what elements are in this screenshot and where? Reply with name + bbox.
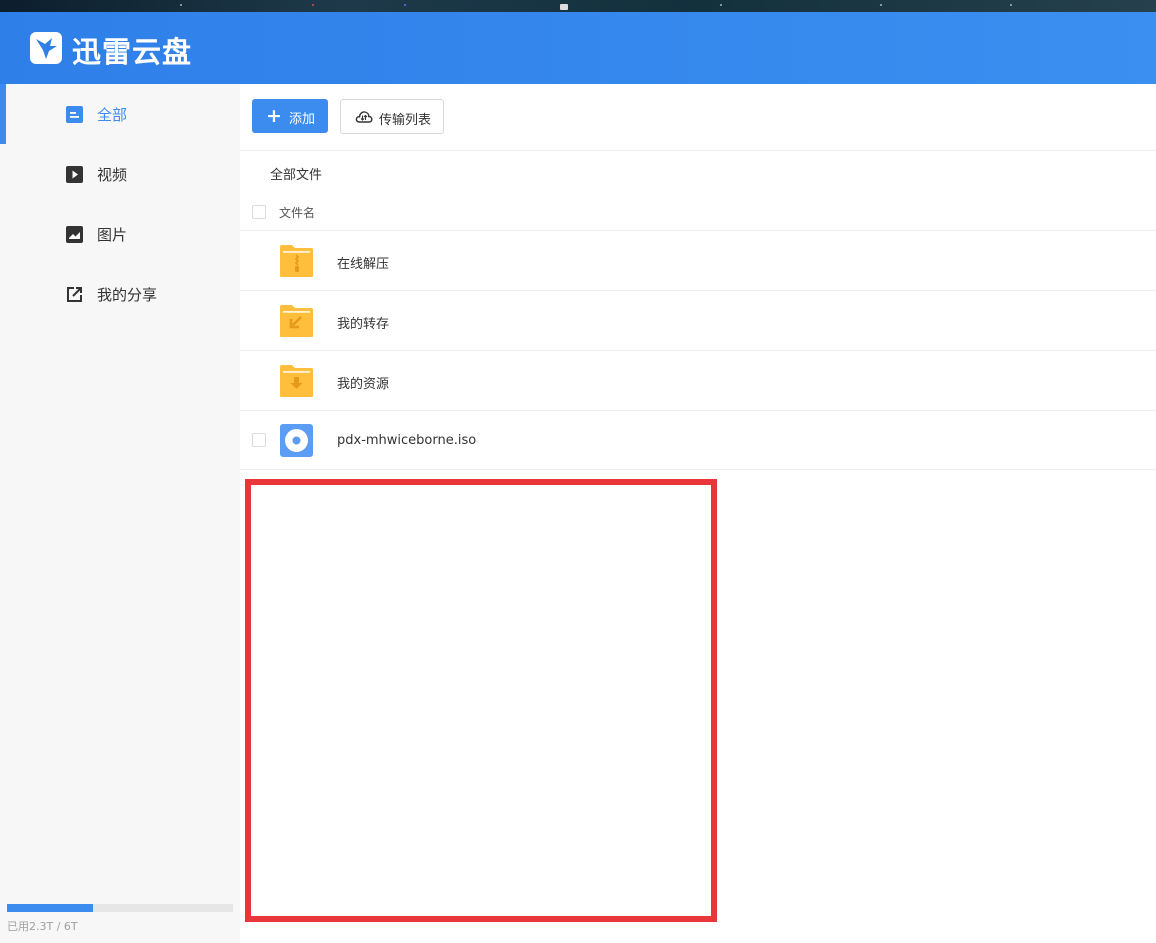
file-row[interactable]: pdx-mhwiceborne.iso — [240, 410, 1156, 470]
app-title: 迅雷云盘 — [72, 35, 193, 69]
storage-usage-fill — [7, 904, 93, 912]
column-header-filename[interactable]: 文件名 — [279, 204, 315, 221]
transfer-folder-icon — [280, 305, 313, 337]
sidebar: 全部 视频 图片 我的分享 已用2.3T / 6T — [0, 84, 240, 943]
image-icon — [66, 226, 83, 243]
desktop-wallpaper-strip — [0, 0, 1156, 12]
file-row[interactable]: 在线解压 — [240, 230, 1156, 290]
breadcrumb[interactable]: 全部文件 — [270, 164, 322, 183]
transfer-list-label: 传输列表 — [379, 113, 432, 128]
file-name: 我的资源 — [337, 377, 390, 392]
app-header: 迅雷云盘 — [0, 12, 1156, 84]
sidebar-item-label: 全部 — [97, 106, 128, 124]
file-name: 我的转存 — [337, 317, 390, 332]
sidebar-item-all[interactable]: 全部 — [0, 84, 240, 144]
add-button[interactable]: + 添加 — [252, 99, 328, 133]
sidebar-item-images[interactable]: 图片 — [0, 204, 240, 264]
storage-usage-bar — [7, 904, 233, 912]
share-external-icon — [67, 287, 82, 302]
file-checkbox[interactable] — [252, 433, 266, 447]
file-row[interactable]: 我的转存 — [240, 290, 1156, 350]
video-play-icon — [66, 166, 83, 183]
sidebar-item-label: 视频 — [97, 166, 128, 184]
toolbar-divider — [240, 150, 1156, 151]
storage-usage-text: 已用2.3T / 6T — [7, 920, 78, 933]
select-all-checkbox[interactable] — [252, 205, 266, 219]
sidebar-item-videos[interactable]: 视频 — [0, 144, 240, 204]
xunlei-bird-logo-icon[interactable] — [30, 32, 62, 64]
cloud-transfer-icon — [355, 111, 373, 123]
transfer-list-button[interactable]: 传输列表 — [340, 99, 444, 134]
zip-folder-icon — [280, 245, 313, 277]
sidebar-item-label: 图片 — [97, 226, 128, 244]
sidebar-item-label: 我的分享 — [97, 286, 158, 304]
add-button-label: 添加 — [289, 112, 316, 127]
file-name: 在线解压 — [337, 257, 390, 272]
file-list-icon — [66, 106, 83, 123]
plus-icon: + — [266, 105, 282, 127]
disc-image-icon — [280, 424, 313, 457]
sidebar-item-my-share[interactable]: 我的分享 — [0, 264, 240, 324]
file-name: pdx-mhwiceborne.iso — [337, 433, 477, 448]
annotation-highlight-box — [245, 479, 717, 922]
file-row[interactable]: 我的资源 — [240, 350, 1156, 410]
download-folder-icon — [280, 365, 313, 397]
